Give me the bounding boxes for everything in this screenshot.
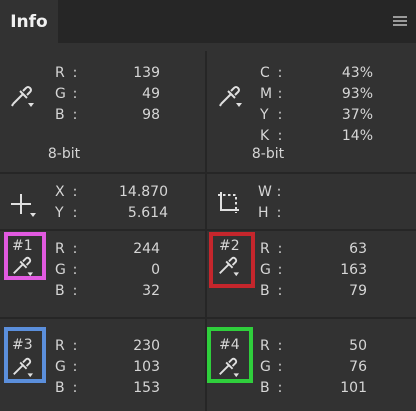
sampler-2-value-b: 79 [349,283,367,299]
sampler-4-value-g: 76 [349,359,367,375]
cmyk-bit-depth: 8-bit [251,146,285,162]
colon: : [276,184,282,200]
sampler-3-label: #3 [12,337,33,353]
colon: : [72,184,78,200]
colon: : [72,65,78,81]
colon: : [276,205,282,221]
colon: : [72,241,78,257]
colon: : [72,86,78,102]
selection-bounds-icon[interactable] [216,190,242,216]
sampler-4-label: #4 [219,337,240,353]
position-value-y: 5.614 [127,205,168,221]
position-value-x: 14.870 [119,184,168,200]
colon: : [72,338,78,354]
sampler-3-value-r: 230 [133,338,160,354]
colon: : [277,283,283,299]
colon: : [277,359,283,375]
sampler-3-value-b: 153 [133,380,160,396]
colon: : [277,86,283,102]
sampler-2-value-g: 163 [340,262,367,278]
sampler-2-value-r: 63 [349,241,367,257]
sampler-3-value-g: 103 [133,359,160,375]
rgb-value-b: 98 [142,107,160,123]
colon: : [277,380,283,396]
eyedropper-icon[interactable] [10,356,34,378]
colon: : [72,283,78,299]
sampler-2-label: #2 [219,238,240,254]
colon: : [277,65,283,81]
tab-info[interactable]: Info [0,0,58,43]
colon: : [72,359,78,375]
cmyk-value-m: 93% [341,86,373,102]
sampler-1-value-b: 32 [142,283,160,299]
panel-header: Info [0,0,416,43]
info-panel: Info R G B : : : 139 49 98 8-bit C M Y K… [0,0,416,411]
crosshair-icon[interactable] [9,192,37,218]
colon: : [72,380,78,396]
sampler-1-value-g: 0 [151,262,160,278]
section-divider [0,317,416,319]
eyedropper-icon[interactable] [216,255,240,277]
cmyk-value-k: 14% [341,128,373,144]
eyedropper-icon[interactable] [216,356,240,378]
rgb-value-r: 139 [133,65,160,81]
sampler-4-value-r: 50 [349,338,367,354]
sampler-4-value-b: 101 [340,380,367,396]
rgb-value-g: 49 [142,86,160,102]
cmyk-value-c: 43% [341,65,373,81]
colon: : [72,205,78,221]
section-divider [0,172,416,174]
colon: : [72,107,78,123]
section-divider [0,229,416,231]
sampler-1-label: #1 [12,238,33,254]
colon: : [277,262,283,278]
cmyk-value-y: 37% [341,107,373,123]
eyedropper-icon[interactable] [10,255,34,277]
colon: : [277,128,283,144]
eyedropper-icon[interactable] [217,83,243,109]
panel-menu-icon[interactable] [393,16,407,28]
eyedropper-icon[interactable] [9,83,35,109]
rgb-bit-depth: 8-bit [47,146,81,162]
colon: : [72,262,78,278]
sampler-1-value-r: 244 [133,241,160,257]
colon: : [277,338,283,354]
colon: : [277,241,283,257]
colon: : [277,107,283,123]
